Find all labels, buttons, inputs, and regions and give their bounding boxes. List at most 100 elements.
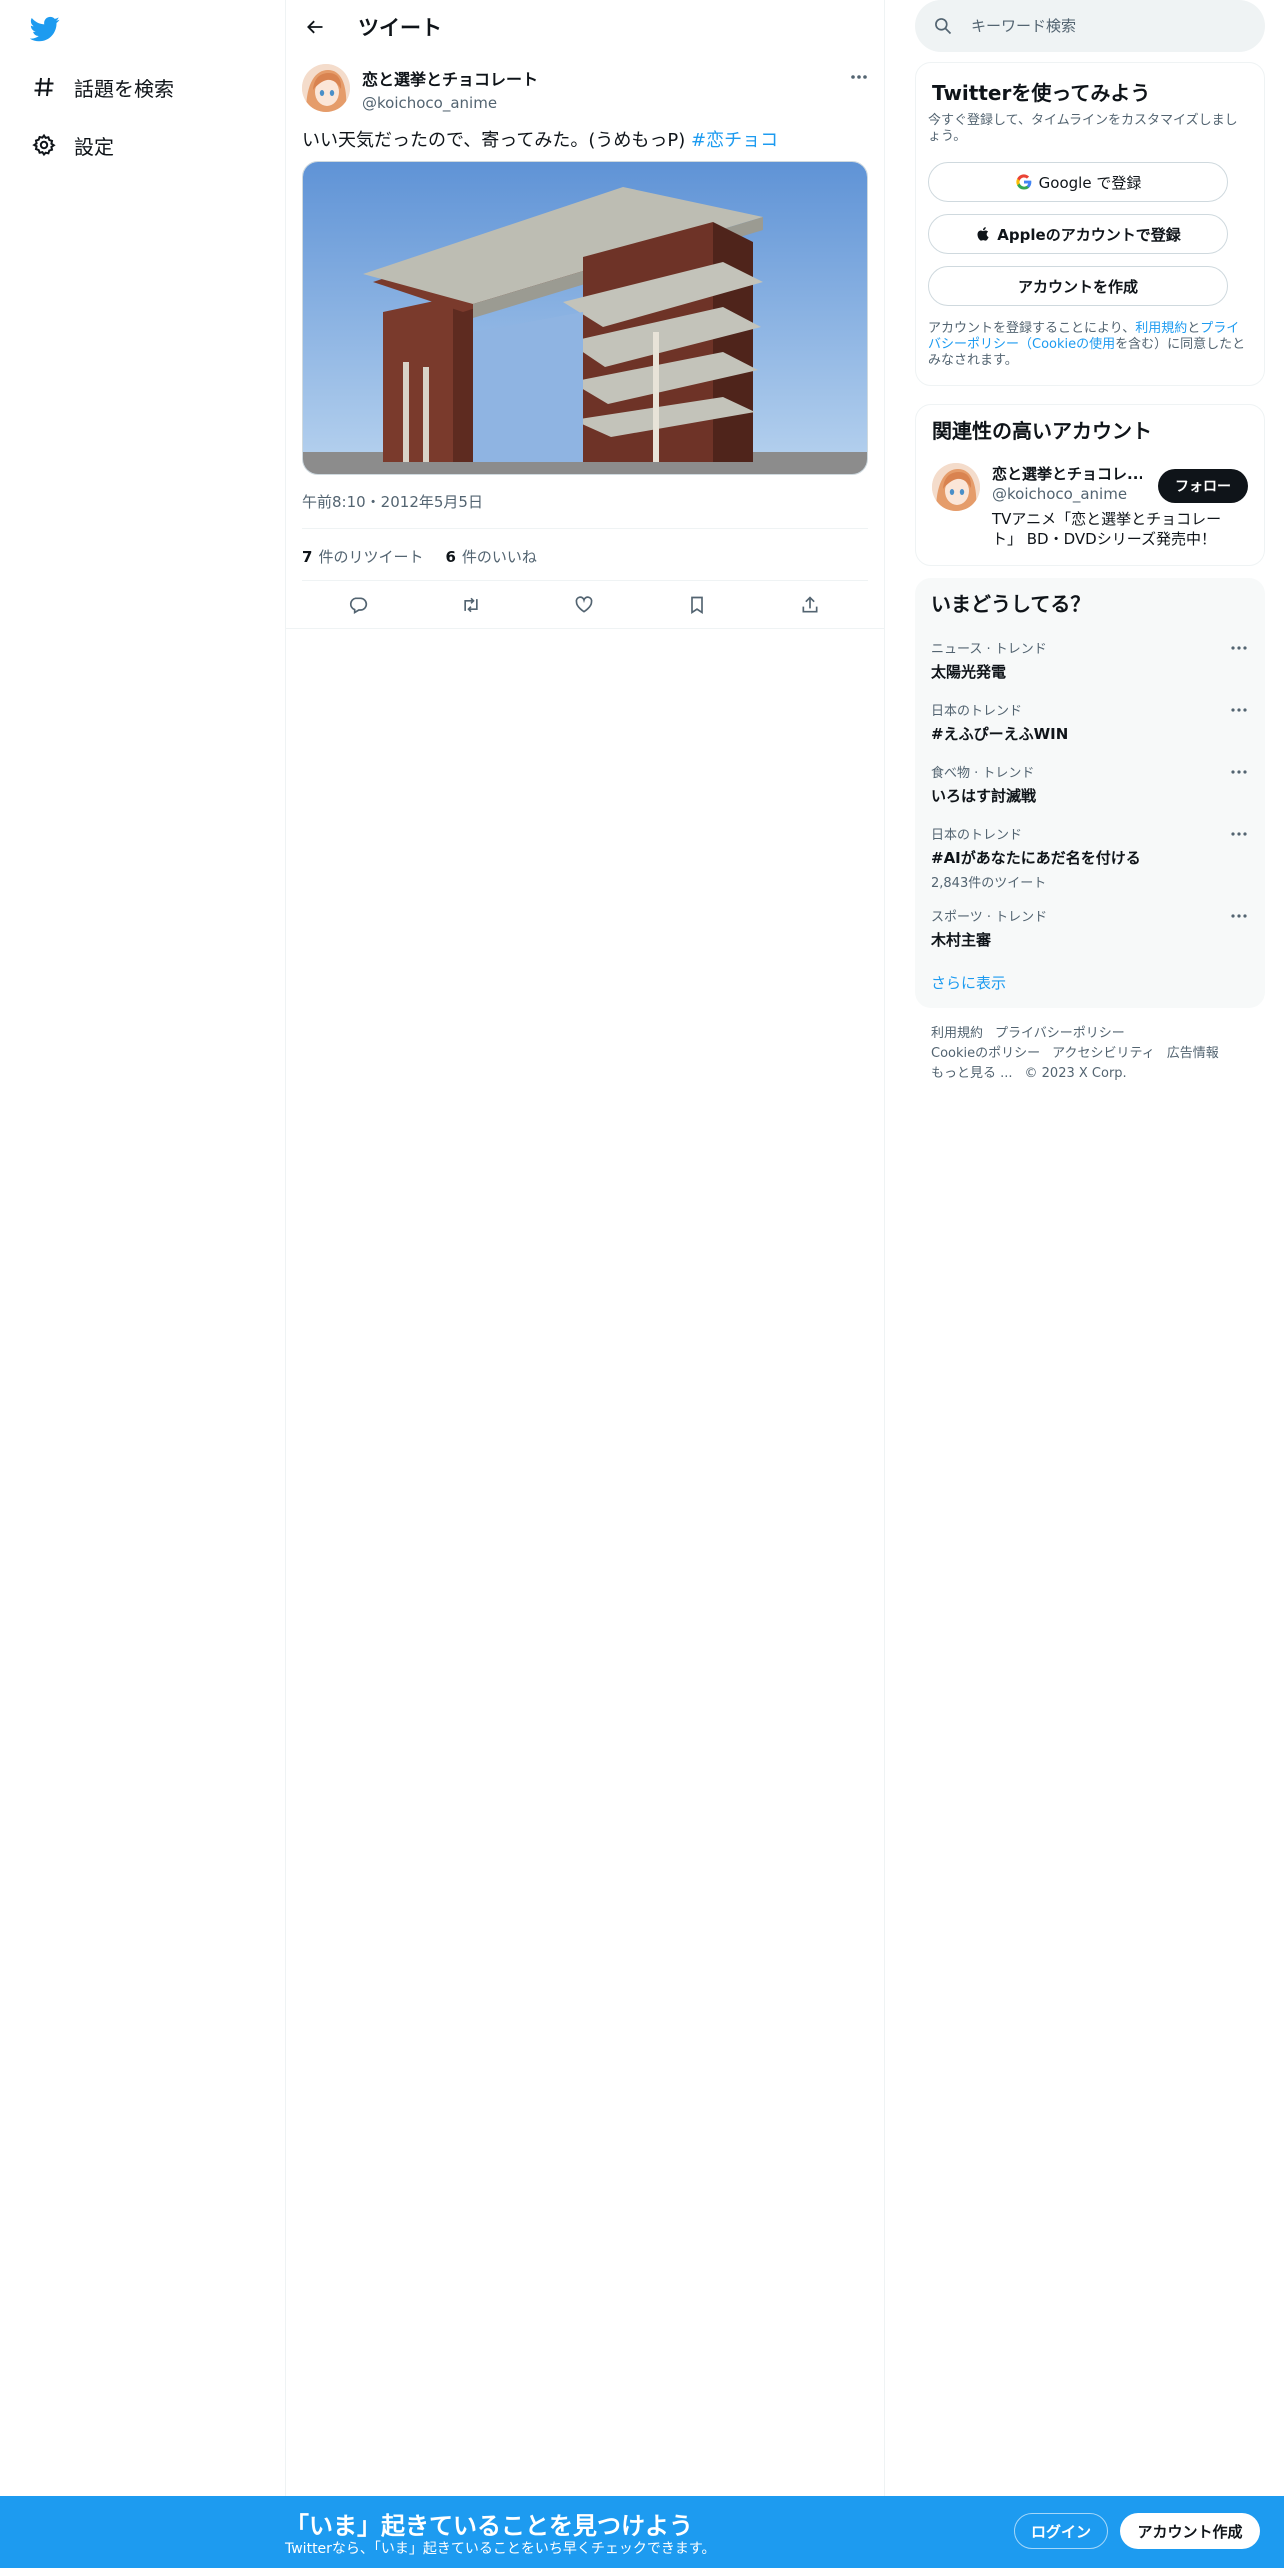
trend-context: 日本のトレンド <box>931 828 1023 843</box>
signup-subtitle: 今すぐ登録して、タイムラインをカスタマイズしましょう。 <box>928 113 1238 144</box>
hashtag-link[interactable]: #恋チョコ <box>691 130 778 151</box>
tweet-text: いい天気だったので、寄ってみた。(うめもっP) #恋チョコ <box>302 126 778 152</box>
footer-copyright: © 2023 X Corp. <box>1024 1066 1127 1081</box>
twitter-logo-icon[interactable] <box>29 14 60 44</box>
trend-context: スポーツ · トレンド <box>931 910 1048 925</box>
search-bar[interactable] <box>915 0 1265 52</box>
more-options-icon[interactable] <box>1229 700 1249 720</box>
signup-banner: 「いま」起きていることを見つけよう Twitterなら、「いま」起きていることを… <box>0 2496 1284 2568</box>
search-icon <box>935 18 952 35</box>
left-navigation: 話題を検索 設定 <box>0 0 285 2496</box>
nav-item-label: 話題を検索 <box>74 76 174 101</box>
more-options-icon[interactable] <box>1229 762 1249 782</box>
legal-text: アカウントを登録することにより、利用規約とプライバシーポリシー（Cookieの使… <box>928 321 1250 369</box>
likes-label: 件のいいね <box>461 548 537 566</box>
likes-stat[interactable]: 6 件のいいね <box>445 546 536 567</box>
trend-context: 日本のトレンド <box>931 704 1023 719</box>
tweet-photo[interactable] <box>302 161 868 475</box>
author-name[interactable]: 恋と選挙とチョコレート <box>362 66 538 90</box>
tweet-detail-column: ツイート 恋と選挙とチョコレート @koichoco_anime いい天気だった… <box>286 0 884 2496</box>
tweet-timestamp[interactable]: 午前8:10・2012年5月5日 <box>302 491 483 512</box>
google-icon <box>1016 174 1032 190</box>
gear-icon <box>30 131 58 159</box>
avatar[interactable] <box>932 463 980 511</box>
create-account-label: アカウントを作成 <box>1017 277 1138 296</box>
tweet-stats: 7 件のリツイート 6 件のいいね <box>302 546 537 567</box>
show-more-link[interactable]: さらに表示 <box>931 972 1006 993</box>
bookmark-icon[interactable] <box>680 588 714 622</box>
create-account-button[interactable]: アカウントを作成 <box>928 266 1228 306</box>
trend-item[interactable]: ニュース · トレンド 太陽光発電 <box>931 638 1249 682</box>
trend-count: 2,843件のツイート <box>931 876 1047 891</box>
trend-context: ニュース · トレンド <box>931 642 1047 657</box>
back-arrow-icon[interactable] <box>300 12 330 42</box>
apple-signup-button[interactable]: Appleのアカウントで登録 <box>928 214 1228 254</box>
tweet-author[interactable]: 恋と選挙とチョコレート @koichoco_anime <box>362 66 538 112</box>
signup-button[interactable]: アカウント作成 <box>1120 2513 1260 2549</box>
apple-icon <box>977 227 989 241</box>
legal-prefix: アカウントを登録することにより、 <box>928 321 1136 336</box>
nav-item-explore[interactable]: 話題を検索 <box>30 67 174 107</box>
page-header: ツイート <box>286 0 884 54</box>
trend-name: 木村主審 <box>931 931 992 949</box>
google-signup-button[interactable]: Google で登録 <box>928 162 1228 202</box>
reply-icon[interactable] <box>341 588 375 622</box>
divider <box>302 580 868 581</box>
author-handle[interactable]: @koichoco_anime <box>362 94 538 112</box>
retweets-count: 7 <box>302 548 313 566</box>
related-account-name[interactable]: 恋と選挙とチョコレ... <box>992 463 1142 484</box>
nav-item-label: 設定 <box>74 134 114 159</box>
footer-links: 利用規約 プライバシーポリシー Cookieのポリシー アクセシビリティ 広告情報 も… <box>931 1024 1251 1084</box>
related-account-bio: TVアニメ「恋と選挙とチョコレート」 BD・DVDシリーズ発売中！ <box>992 510 1222 548</box>
banner-title: 「いま」起きていることを見つけよう <box>285 2512 693 2540</box>
footer-accessibility-link[interactable]: アクセシビリティ <box>1052 1046 1155 1061</box>
banner-subtitle: Twitterなら、「いま」起きていることをいち早くチェックできます。 <box>285 2541 716 2557</box>
nav-item-settings[interactable]: 設定 <box>30 125 114 165</box>
signup-title: Twitterを使ってみよう <box>932 81 1151 105</box>
footer-cookie-link[interactable]: Cookieのポリシー <box>931 1046 1040 1061</box>
hashtag-icon <box>30 73 58 101</box>
apple-signup-label: Appleのアカウントで登録 <box>997 225 1181 244</box>
trend-item[interactable]: スポーツ · トレンド 木村主審 <box>931 906 1249 950</box>
trend-name: #えふぴーえふWIN <box>931 725 1069 743</box>
footer-more-link[interactable]: もっと見る ... <box>931 1066 1013 1081</box>
footer-terms-link[interactable]: 利用規約 <box>931 1026 983 1041</box>
search-input[interactable] <box>971 17 1241 35</box>
retweets-stat[interactable]: 7 件のリツイート <box>302 546 423 567</box>
terms-link[interactable]: 利用規約 <box>1135 321 1187 336</box>
trend-item[interactable]: 日本のトレンド #えふぴーえふWIN <box>931 700 1249 744</box>
tweet-actions <box>286 588 884 624</box>
right-sidebar: Twitterを使ってみよう 今すぐ登録して、タイムラインをカスタマイズしましょ… <box>884 0 1284 2496</box>
trend-item[interactable]: 日本のトレンド #AIがあなたにあだ名を付ける 2,843件のツイート <box>931 824 1249 891</box>
avatar[interactable] <box>302 64 350 112</box>
trend-item[interactable]: 食べ物 · トレンド いろはす討滅戦 <box>931 762 1249 806</box>
more-options-icon[interactable] <box>1229 824 1249 844</box>
cookie-link[interactable]: Cookieの使用 <box>1032 337 1115 352</box>
signup-card: Twitterを使ってみよう 今すぐ登録して、タイムラインをカスタマイズしましょ… <box>915 62 1265 386</box>
like-heart-icon[interactable] <box>567 588 601 622</box>
more-options-icon[interactable] <box>1229 906 1249 926</box>
likes-count: 6 <box>445 548 456 566</box>
more-options-icon[interactable] <box>848 66 870 88</box>
retweets-label: 件のリツイート <box>318 548 424 566</box>
related-accounts-card: 関連性の高いアカウント 恋と選挙とチョコレ... @koichoco_anime… <box>915 404 1265 566</box>
trend-context: 食べ物 · トレンド <box>931 766 1035 781</box>
footer-privacy-link[interactable]: プライバシーポリシー <box>995 1026 1125 1041</box>
follow-button[interactable]: フォロー <box>1158 469 1248 503</box>
share-icon[interactable] <box>793 588 827 622</box>
related-account-handle[interactable]: @koichoco_anime <box>992 485 1127 503</box>
cookie-open: （ <box>1019 337 1033 352</box>
trends-title: いまどうしてる？ <box>931 592 1091 616</box>
login-button[interactable]: ログイン <box>1014 2513 1108 2549</box>
divider <box>286 628 884 629</box>
more-options-icon[interactable] <box>1229 638 1249 658</box>
retweet-icon[interactable] <box>454 588 488 622</box>
tweet-body: いい天気だったので、寄ってみた。(うめもっP) <box>302 130 686 151</box>
page-title: ツイート <box>358 16 442 40</box>
google-signup-label: Google で登録 <box>1038 173 1142 192</box>
trend-name: 太陽光発電 <box>931 663 1007 681</box>
trends-card: いまどうしてる？ ニュース · トレンド 太陽光発電 日本のトレンド #えふぴー… <box>915 578 1265 1008</box>
trend-name: #AIがあなたにあだ名を付ける <box>931 849 1141 867</box>
legal-and: と <box>1187 321 1201 336</box>
footer-ads-link[interactable]: 広告情報 <box>1167 1046 1219 1061</box>
